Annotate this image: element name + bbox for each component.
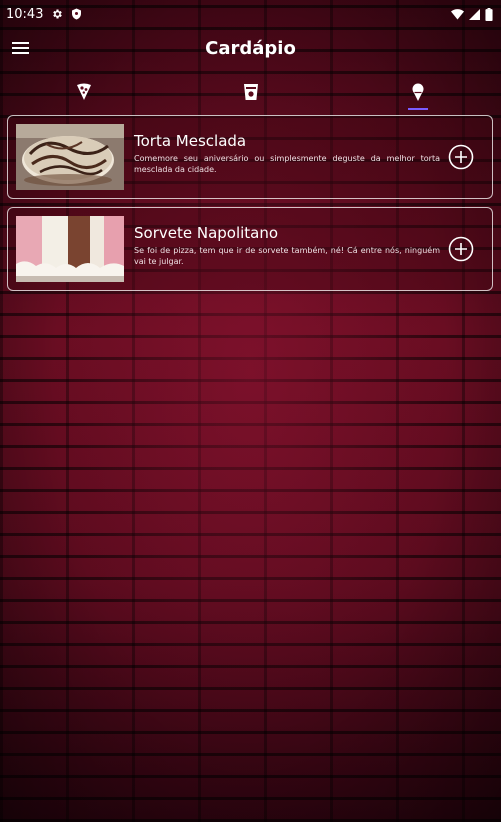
- add-circle-icon[interactable]: [448, 144, 474, 170]
- torta-mesclada-photo: [16, 124, 124, 190]
- tab-selected-indicator: [407, 108, 428, 110]
- tab-drinks[interactable]: [167, 72, 334, 112]
- app-bar: Cardápio: [0, 28, 501, 68]
- list-item[interactable]: Torta Mesclada Comemore seu aniversário …: [7, 115, 493, 199]
- item-description: Se foi de pizza, tem que ir de sorvete t…: [134, 245, 440, 266]
- status-time: 10:43: [6, 6, 44, 22]
- ice-cream-icon: [412, 83, 423, 101]
- pizza-icon: [76, 83, 91, 100]
- gear-icon: [53, 9, 63, 19]
- tab-pizza[interactable]: [0, 72, 167, 112]
- sorvete-napolitano-photo: [16, 216, 124, 282]
- page-title: Cardápio: [205, 37, 296, 59]
- battery-icon: [485, 7, 493, 21]
- hamburger-menu-icon[interactable]: [12, 38, 32, 58]
- signal-icon: [469, 8, 480, 20]
- menu-item-list: Torta Mesclada Comemore seu aniversário …: [7, 115, 493, 299]
- item-name: Sorvete Napolitano: [134, 223, 279, 242]
- list-item[interactable]: Sorvete Napolitano Se foi de pizza, tem …: [7, 207, 493, 291]
- status-bar: 10:43: [0, 0, 501, 28]
- wifi-icon: [451, 8, 464, 19]
- add-circle-icon[interactable]: [448, 236, 474, 262]
- drink-cup-icon: [243, 84, 258, 100]
- tab-desserts[interactable]: [334, 72, 501, 112]
- shield-icon: [72, 8, 82, 20]
- item-name: Torta Mesclada: [134, 131, 247, 150]
- category-tabs: [0, 72, 501, 112]
- item-description: Comemore seu aniversário ou simplesmente…: [134, 153, 440, 174]
